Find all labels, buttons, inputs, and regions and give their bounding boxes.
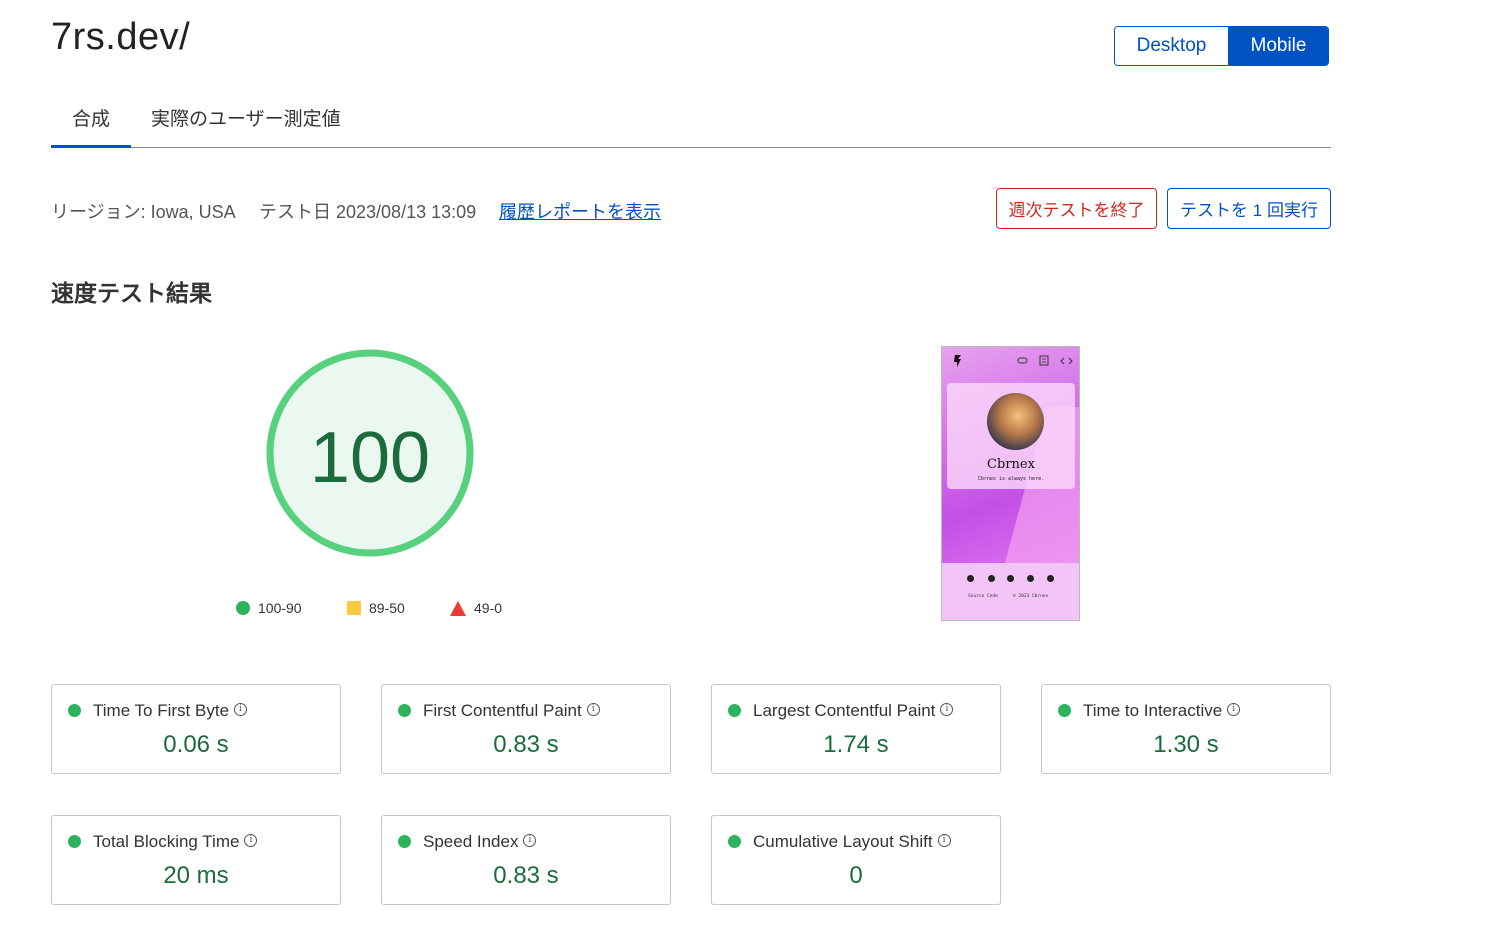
legend-good: 100-90 [236, 600, 302, 616]
green-circle-icon [236, 601, 250, 615]
section-title: 速度テスト結果 [51, 280, 212, 306]
twitter-icon [988, 575, 995, 582]
active-tab-indicator [51, 145, 131, 148]
metric-name: Time To First Byte [93, 701, 230, 720]
document-icon [1039, 355, 1049, 366]
info-icon[interactable]: i [940, 703, 954, 716]
preview-copyright: © 2023 Cbrnex [1013, 594, 1049, 599]
desktop-option[interactable]: Desktop [1115, 27, 1229, 65]
info-icon[interactable]: i [1227, 703, 1241, 716]
preview-topbar [954, 355, 1073, 367]
region-label: リージョン: Iowa, USA [51, 202, 236, 222]
metric-value: 0.83 s [493, 862, 559, 889]
status-dot-icon [398, 704, 411, 717]
score-gauge: 100 [266, 349, 474, 557]
preview-profile-card: Cbrnex Cbrnex is always here. [947, 383, 1075, 489]
device-toggle: Desktop Mobile [1114, 26, 1329, 66]
status-dot-icon [728, 835, 741, 848]
metric-value: 1.74 s [823, 731, 889, 758]
metric-value: 0.06 s [163, 731, 229, 758]
metric-value: 0 [849, 862, 863, 889]
legend-average-label: 89-50 [369, 600, 405, 616]
end-weekly-test-button[interactable]: 週次テストを終了 [996, 188, 1157, 229]
score-value: 100 [310, 418, 430, 498]
tab-synthetic[interactable]: 合成 [72, 104, 110, 131]
status-dot-icon [1058, 704, 1071, 717]
preview-tagline: Cbrnex is always here. [977, 476, 1045, 482]
discord-icon [1047, 575, 1054, 582]
mobile-option[interactable]: Mobile [1229, 27, 1328, 65]
metric-value: 1.30 s [1153, 731, 1219, 758]
preview-avatar [987, 393, 1044, 450]
legend-good-label: 100-90 [258, 600, 302, 616]
link-icon [1017, 357, 1028, 364]
red-triangle-icon [450, 600, 466, 616]
youtube-icon [967, 575, 974, 582]
info-icon[interactable]: i [244, 834, 258, 847]
page-title: 7rs.dev/ [51, 16, 191, 58]
legend-average: 89-50 [347, 600, 405, 616]
legend-poor: 49-0 [450, 600, 502, 616]
preview-footer: Source Code © 2023 Cbrnex [942, 563, 1079, 620]
metric-card-tbt: Total Blocking Time i 20 ms [51, 815, 341, 905]
tab-bar: 合成 実際のユーザー測定値 [51, 96, 1331, 148]
tab-real-user-metrics[interactable]: 実際のユーザー測定値 [151, 104, 341, 131]
metric-card-lcp: Largest Contentful Paint i 1.74 s [711, 684, 1001, 774]
metric-card-ttfb: Time To First Byte i 0.06 s [51, 684, 341, 774]
metric-card-tti: Time to Interactive i 1.30 s [1041, 684, 1331, 774]
metric-card-cls: Cumulative Layout Shift i 0 [711, 815, 1001, 905]
metric-card-speed-index: Speed Index i 0.83 s [381, 815, 671, 905]
metric-name: Largest Contentful Paint [753, 701, 936, 720]
yellow-square-icon [347, 601, 361, 615]
metric-value: 20 ms [163, 862, 229, 889]
mobile-screenshot-preview: Cbrnex Cbrnex is always here. Source Cod… [941, 346, 1080, 621]
pinterest-icon [1007, 575, 1014, 582]
info-icon[interactable]: i [523, 834, 537, 847]
history-report-link[interactable]: 履歴レポートを表示 [499, 198, 661, 224]
status-dot-icon [398, 835, 411, 848]
preview-name: Cbrnex [987, 457, 1035, 472]
status-dot-icon [68, 704, 81, 717]
metric-card-fcp: First Contentful Paint i 0.83 s [381, 684, 671, 774]
code-icon [1060, 357, 1073, 365]
status-dot-icon [728, 704, 741, 717]
metric-name: First Contentful Paint [423, 701, 582, 720]
preview-source-code: Source Code [968, 594, 998, 599]
run-test-once-button[interactable]: テストを 1 回実行 [1167, 188, 1331, 229]
metric-name: Cumulative Layout Shift [753, 832, 933, 851]
legend-poor-label: 49-0 [474, 600, 503, 616]
info-icon[interactable]: i [234, 703, 248, 716]
metric-value: 0.83 s [493, 731, 559, 758]
telegram-icon [1027, 575, 1034, 582]
info-icon[interactable]: i [937, 834, 951, 847]
logo-icon [954, 355, 961, 367]
metric-name: Total Blocking Time [93, 832, 240, 851]
metric-name: Time to Interactive [1083, 701, 1223, 720]
metric-name: Speed Index [423, 832, 519, 851]
info-icon[interactable]: i [586, 703, 600, 716]
test-date-label: テスト日 2023/08/13 13:09 [259, 202, 477, 222]
status-dot-icon [68, 835, 81, 848]
